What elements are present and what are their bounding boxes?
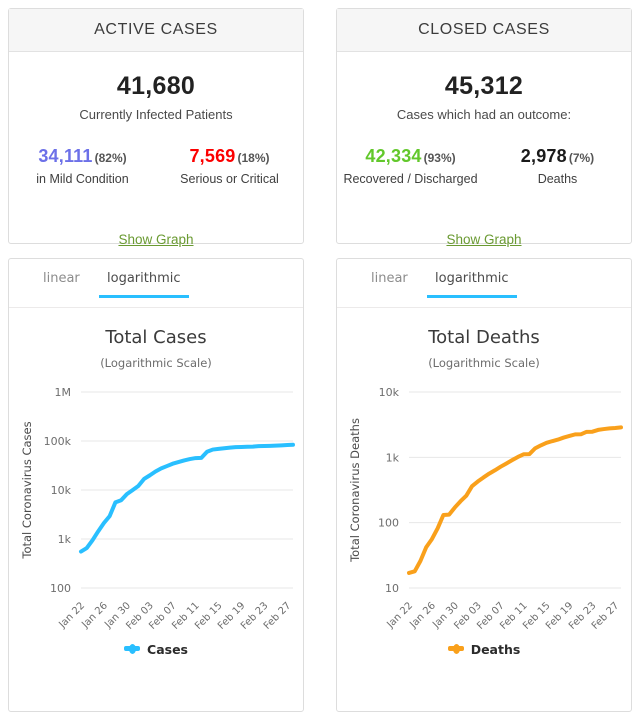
svg-text:1M: 1M <box>55 386 72 399</box>
svg-text:10: 10 <box>385 582 399 595</box>
tab-logarithmic-deaths[interactable]: logarithmic <box>427 271 516 298</box>
recovered-percent: (93%) <box>423 151 456 165</box>
deaths-value: 2,978 <box>520 146 567 166</box>
deaths-label: Deaths <box>537 172 578 186</box>
active-show-graph-link[interactable]: Show Graph <box>118 232 193 247</box>
svg-text:Jan 26: Jan 26 <box>407 600 438 631</box>
cases-legend-swatch <box>124 643 141 654</box>
cases-legend: Cases <box>9 642 303 657</box>
recovered-stat: 42,334 (93%) Recovered / Discharged <box>337 146 484 186</box>
deaths-scale-tabs: linear logarithmic <box>337 259 631 308</box>
total-cases-chart-card: linear logarithmic Total Cases (Logarith… <box>8 258 304 712</box>
dashboard-page: ACTIVE CASES 41,680 Currently Infected P… <box>0 0 640 721</box>
svg-text:10k: 10k <box>51 484 72 497</box>
closed-show-graph-wrap: Show Graph <box>337 231 631 249</box>
mild-condition-percent: (82%) <box>94 151 127 165</box>
serious-critical-percent: (18%) <box>237 151 270 165</box>
svg-text:100k: 100k <box>44 435 72 448</box>
active-cases-breakdown: 34,111 (82%) in Mild Condition 7,569 (18%)… <box>9 146 303 186</box>
recovered-value: 42,334 <box>365 146 422 166</box>
cases-line-chart: 100 1k 10k 100k 1M Total Coronavirus Cases Jan… <box>20 386 295 632</box>
svg-text:10k: 10k <box>379 386 400 399</box>
active-cases-caption: Currently Infected Patients <box>79 107 233 122</box>
active-cases-total: 41,680 <box>116 72 196 100</box>
closed-cases-total: 45,312 <box>444 72 524 100</box>
cases-legend-label: Cases <box>147 642 188 657</box>
serious-critical-stat: 7,569 (18%) Serious or Critical <box>156 146 303 186</box>
deaths-legend-label: Deaths <box>470 642 521 657</box>
closed-cases-body: 45,312 Cases which had an outcome: 42,33… <box>337 72 631 265</box>
svg-text:100: 100 <box>378 517 399 530</box>
serious-critical-value: 7,569 <box>189 146 236 166</box>
mild-condition-stat: 34,111 (82%) in Mild Condition <box>9 146 156 186</box>
closed-cases-card: CLOSED CASES 45,312 Cases which had an o… <box>336 8 632 247</box>
serious-critical-label: Serious or Critical <box>180 172 279 186</box>
tab-linear-deaths[interactable]: linear <box>371 271 408 297</box>
mild-condition-label: in Mild Condition <box>36 172 129 186</box>
closed-cases-caption: Cases which had an outcome: <box>396 107 572 122</box>
deaths-legend-swatch <box>447 643 464 654</box>
cases-chart-subtitle: (Logarithmic Scale) <box>100 356 212 370</box>
closed-show-graph-link[interactable]: Show Graph <box>446 232 521 247</box>
deaths-plot-area: 10 100 1k 10k Total Coronavirus Deaths Jan 22… <box>337 376 631 638</box>
svg-text:1k: 1k <box>386 451 400 464</box>
deaths-percent: (7%) <box>568 151 595 165</box>
svg-text:Jan 26: Jan 26 <box>79 600 110 631</box>
svg-text:Jan 22: Jan 22 <box>384 600 415 631</box>
closed-cases-header: CLOSED CASES <box>337 9 631 52</box>
deaths-chart-subtitle: (Logarithmic Scale) <box>428 356 540 370</box>
recovered-label: Recovered / Discharged <box>343 172 478 186</box>
deaths-chart-title: Total Deaths <box>428 327 540 348</box>
svg-text:1k: 1k <box>58 533 72 546</box>
active-show-graph-wrap: Show Graph <box>9 231 303 249</box>
closed-cases-breakdown: 42,334 (93%) Recovered / Discharged 2,978… <box>337 146 631 186</box>
active-cases-header: ACTIVE CASES <box>9 9 303 52</box>
deaths-legend: Deaths <box>337 642 631 657</box>
active-cases-body: 41,680 Currently Infected Patients 34,11… <box>9 72 303 265</box>
tab-linear-cases[interactable]: linear <box>43 271 80 297</box>
mild-condition-value: 34,111 <box>38 146 93 166</box>
svg-text:Jan 22: Jan 22 <box>56 600 87 631</box>
svg-text:Total Coronavirus Deaths: Total Coronavirus Deaths <box>348 418 362 563</box>
cases-scale-tabs: linear logarithmic <box>9 259 303 308</box>
svg-text:100: 100 <box>50 582 71 595</box>
cases-plot-area: 100 1k 10k 100k 1M Total Coronavirus Cases Jan… <box>9 376 303 638</box>
tab-logarithmic-cases[interactable]: logarithmic <box>99 271 188 298</box>
deaths-stat: 2,978 (7%) Deaths <box>484 146 631 186</box>
deaths-line-chart: 10 100 1k 10k Total Coronavirus Deaths Jan 22… <box>348 386 623 632</box>
svg-text:Total Coronavirus Cases: Total Coronavirus Cases <box>20 421 34 559</box>
active-cases-card: ACTIVE CASES 41,680 Currently Infected P… <box>8 8 304 247</box>
cases-chart-title: Total Cases <box>105 327 207 348</box>
total-deaths-chart-card: linear logarithmic Total Deaths (Logarit… <box>336 258 632 712</box>
